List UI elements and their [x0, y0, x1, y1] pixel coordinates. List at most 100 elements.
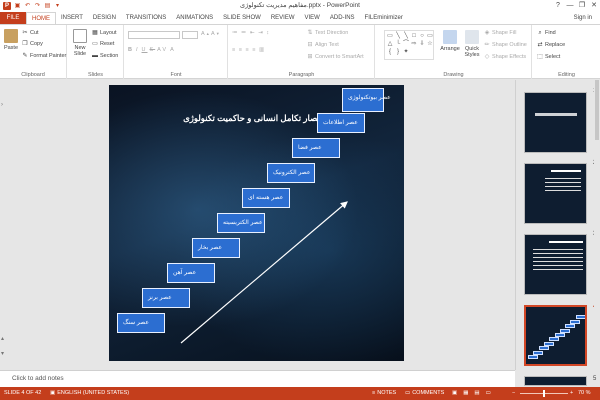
tab-insert[interactable]: INSERT [56, 12, 88, 24]
slide-thumbnail-3[interactable] [524, 234, 587, 295]
undo-icon[interactable]: ↶ [24, 3, 31, 10]
format-painter-button[interactable]: ✎ Format Painter [22, 53, 66, 59]
slide-thumbnail-4[interactable] [524, 305, 587, 366]
help-button[interactable]: ? [552, 0, 564, 12]
paste-button[interactable]: Paste [3, 29, 19, 51]
shape-rect-icon[interactable]: □ [410, 32, 418, 40]
shape-fill-button[interactable]: ◈ Shape Fill [484, 30, 517, 36]
zoom-out-button[interactable]: − [512, 387, 515, 400]
char-spacing-icon[interactable]: AV [157, 47, 168, 53]
tab-home[interactable]: HOME [26, 12, 56, 24]
text-direction-button[interactable]: ⇅ Text Direction [307, 30, 348, 36]
reset-button[interactable]: ▭ Reset [92, 41, 114, 47]
font-grow-button[interactable]: A ▴ A ▾ [201, 31, 219, 37]
notes-pane[interactable]: Click to add notes [0, 370, 515, 387]
normal-view-icon[interactable]: ▣ [452, 387, 457, 400]
brush-icon: ✎ [22, 53, 28, 59]
tab-transitions[interactable]: TRANSITIONS [121, 12, 171, 24]
shape-elbow-icon[interactable]: └ [394, 40, 402, 48]
new-slide-button[interactable]: New Slide [71, 29, 89, 57]
align-text-button[interactable]: ⊟ Align Text [307, 42, 338, 48]
shape-textbox-icon[interactable]: ▭ [386, 32, 394, 40]
slide-counter: SLIDE 4 OF 42 [4, 390, 42, 396]
shape-effects-button[interactable]: ◇ Shape Effects [484, 54, 526, 60]
tab-animations[interactable]: ANIMATIONS [171, 12, 218, 24]
section-button[interactable]: ▬ Section [92, 53, 118, 59]
quick-styles-button[interactable]: Quick Styles [462, 30, 482, 58]
tab-review[interactable]: REVIEW [266, 12, 300, 24]
font-size-select[interactable] [182, 31, 198, 39]
shape-curve-icon[interactable]: ⌒ [402, 40, 410, 48]
zoom-slider-knob[interactable] [543, 390, 545, 397]
tab-view[interactable]: VIEW [300, 12, 325, 24]
slide-thumbnail-5[interactable] [524, 376, 587, 386]
tab-add-ins[interactable]: ADD-INS [325, 12, 360, 24]
notes-toggle-button[interactable]: ≡ NOTES [372, 387, 396, 400]
shape-oval-icon[interactable]: ○ [418, 32, 426, 40]
tab-file[interactable]: FILE [0, 12, 26, 24]
customize-qat-icon[interactable]: ▾ [54, 3, 61, 10]
language-indicator[interactable]: ▣ ENGLISH (UNITED STATES) [50, 387, 129, 400]
restore-button[interactable]: ❐ [576, 0, 588, 12]
save-icon[interactable]: ▣ [14, 3, 21, 10]
expand-thumbnails-icon[interactable]: › [1, 102, 3, 108]
strikethrough-icon[interactable]: S [150, 47, 156, 53]
layout-button[interactable]: ▦ Layout [92, 30, 116, 36]
shape-rect2-icon[interactable]: ▭ [426, 32, 434, 40]
comments-toggle-button[interactable]: ▭ COMMENTS [405, 387, 444, 400]
thumbnails-scrollbar[interactable] [594, 80, 600, 370]
shape-triangle-icon[interactable]: △ [386, 40, 394, 48]
font-color-icon[interactable]: A [170, 47, 176, 53]
tab-design[interactable]: DESIGN [88, 12, 121, 24]
underline-icon[interactable]: U [142, 47, 148, 53]
zoom-slider[interactable] [520, 390, 568, 397]
shape-arrow-icon[interactable]: ⇨ [410, 40, 418, 48]
thumb-text-line [533, 253, 583, 254]
find-button[interactable]: ⌕ Find [537, 30, 555, 36]
close-button[interactable]: ✕ [588, 0, 600, 12]
reading-view-icon[interactable]: ▤ [474, 387, 479, 400]
notes-placeholder[interactable]: Click to add notes [12, 375, 64, 382]
ribbon-tabs: FILE HOME INSERT DESIGN TRANSITIONS ANIM… [0, 12, 600, 24]
scroll-down-icon[interactable]: ▾ [1, 350, 4, 357]
shapes-gallery[interactable]: ▭ ╲ ╲ □ ○ ▭ △ └ ⌒ ⇨ ⇩ ☆ { } ✦ [384, 30, 434, 60]
slide-sorter-icon[interactable]: ▦ [463, 387, 468, 400]
current-slide[interactable]: اعصار تکامل انسانی و حاکمیت تکنولوژی عصر… [109, 85, 404, 361]
replace-button[interactable]: ⇄ Replace [537, 42, 565, 48]
thumbnail-collapse-rail[interactable]: › ▴ ▾ [0, 80, 8, 370]
thumbnails-scrollbar-thumb[interactable] [595, 80, 599, 140]
tab-slide-show[interactable]: SLIDE SHOW [218, 12, 266, 24]
cut-button[interactable]: ✂ Cut [22, 30, 38, 36]
shape-outline-button[interactable]: ✏ Shape Outline [484, 42, 526, 48]
slide-thumbnail-2[interactable] [524, 163, 587, 224]
zoom-in-button[interactable]: + [570, 387, 573, 400]
sign-in-link[interactable]: Sign in [574, 12, 592, 24]
shape-arrow-down-icon[interactable]: ⇩ [418, 40, 426, 48]
scroll-up-icon[interactable]: ▴ [1, 335, 4, 342]
tab-fileminimizer[interactable]: FILEminimizer [360, 12, 408, 24]
shape-brace-icon[interactable]: { [386, 48, 394, 56]
shape-brace2-icon[interactable]: } [394, 48, 402, 56]
zoom-level[interactable]: 70 % [578, 387, 591, 400]
shape-star2-icon[interactable]: ✦ [402, 48, 410, 56]
slide-thumbnail-1[interactable] [524, 92, 587, 153]
italic-icon[interactable]: I [136, 47, 140, 53]
select-label: Select [545, 54, 561, 60]
bold-icon[interactable]: B [128, 47, 134, 53]
minimize-button[interactable]: — [564, 0, 576, 12]
shape-line2-icon[interactable]: ╲ [402, 32, 410, 40]
copy-button[interactable]: ❐ Copy [22, 41, 43, 47]
start-slideshow-icon[interactable]: ▤ [44, 3, 51, 10]
slideshow-view-icon[interactable]: ▭ [486, 387, 491, 400]
quick-access-toolbar: P ▣ ↶ ↷ ▤ ▾ [0, 2, 61, 10]
paragraph-list-buttons[interactable]: ≔ ≕ ⇤ ⇥ ↕ [232, 30, 270, 36]
convert-smartart-button[interactable]: ⊞ Convert to SmartArt [307, 54, 363, 60]
font-family-select[interactable] [128, 31, 180, 39]
paragraph-align-buttons[interactable]: ≡ ≡ ≡ ≡ ▥ [232, 47, 265, 53]
select-button[interactable]: ⬚ Select [537, 54, 560, 60]
arrange-button[interactable]: Arrange [440, 30, 460, 52]
shape-line-icon[interactable]: ╲ [394, 32, 402, 40]
font-format-buttons[interactable]: B I U S AV A [128, 47, 176, 53]
shape-star-icon[interactable]: ☆ [426, 40, 434, 48]
redo-icon[interactable]: ↷ [34, 3, 41, 10]
